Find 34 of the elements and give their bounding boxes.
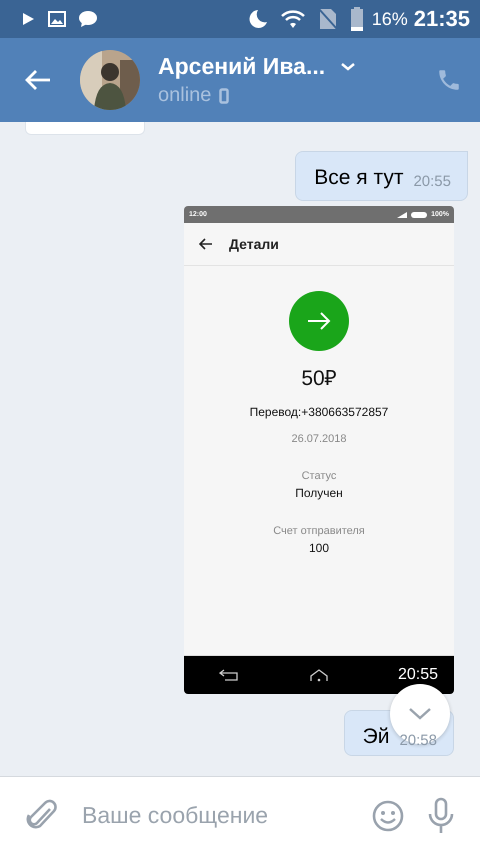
- transfer-date: 26.07.2018: [291, 433, 347, 445]
- wifi-icon: [280, 9, 306, 29]
- play-icon: [20, 11, 36, 27]
- screen-title: Детали: [229, 236, 279, 252]
- chevron-down-icon: [407, 706, 433, 722]
- field-value: Получен: [295, 486, 343, 500]
- clock: 21:35: [414, 6, 470, 32]
- battery-percent: 16%: [372, 8, 408, 30]
- battery-icon: [411, 212, 428, 218]
- back-icon: [219, 668, 239, 682]
- signal-icon: [397, 212, 408, 218]
- message-time: 20:55: [413, 173, 451, 190]
- chat-bubble-icon: [78, 10, 98, 28]
- phone-device-icon: [219, 88, 230, 104]
- emoji-icon[interactable]: [372, 800, 404, 832]
- back-arrow-icon: [199, 238, 213, 250]
- transfer-recipient: Перевод:+380663572857: [250, 405, 388, 419]
- message-time: 20:55: [398, 666, 438, 684]
- field-label: Счет отправителя: [273, 525, 365, 537]
- chevron-down-icon[interactable]: [339, 60, 358, 72]
- contact-name[interactable]: Арсений Ива...: [158, 53, 326, 80]
- presence-status: online: [158, 84, 212, 107]
- battery-icon: [350, 7, 364, 31]
- home-icon: [309, 668, 329, 682]
- message-time: 20:58: [399, 732, 437, 749]
- microphone-icon[interactable]: [426, 796, 456, 834]
- message-text: Эй: [362, 725, 390, 749]
- amount: 50₽: [301, 366, 337, 391]
- image-icon: [48, 11, 66, 27]
- field-label: Статус: [302, 470, 336, 482]
- no-sim-icon: [318, 8, 338, 30]
- message-text: Все я тут: [314, 166, 404, 190]
- back-arrow-icon: [24, 68, 52, 92]
- field-value: 100: [308, 541, 330, 555]
